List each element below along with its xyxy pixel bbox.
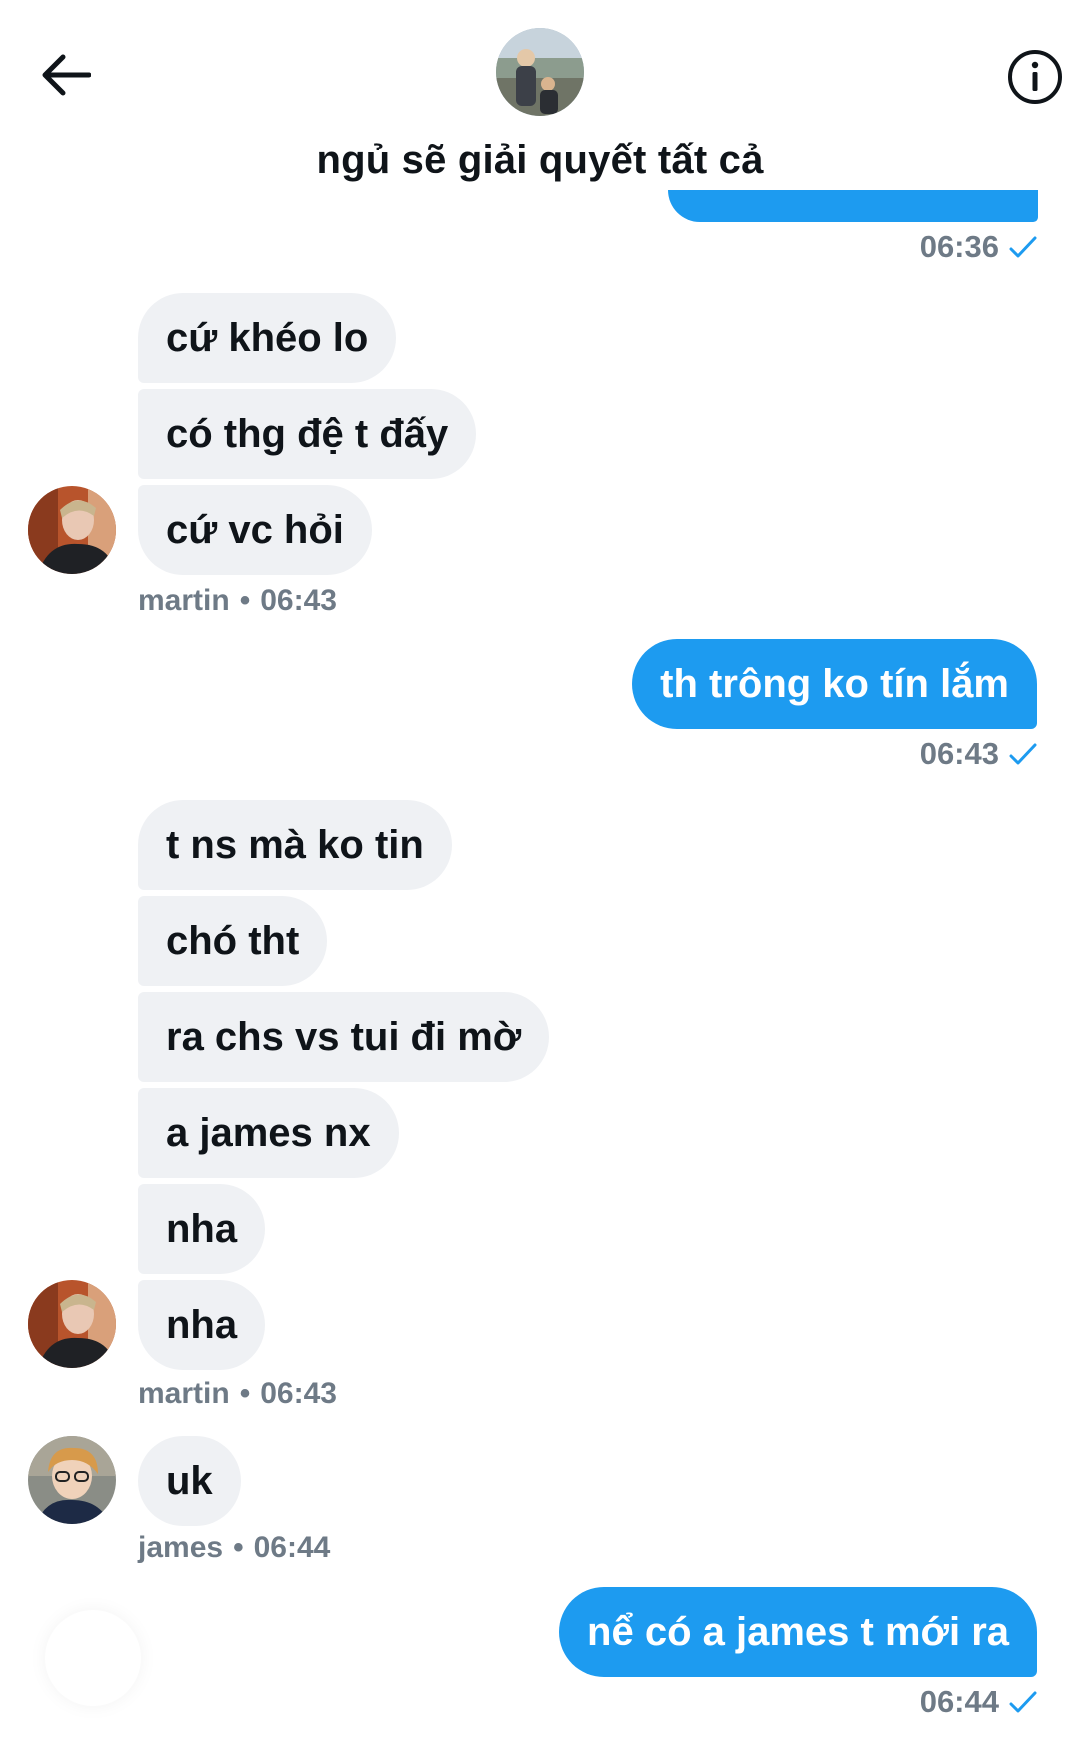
user-avatar-martin[interactable] <box>28 1280 116 1368</box>
received-message-bubble[interactable]: cứ khéo lo <box>138 293 397 383</box>
message-time: 06:43 <box>260 1377 337 1410</box>
sent-message-bubble-partial[interactable] <box>668 190 1038 222</box>
back-button[interactable] <box>30 40 100 110</box>
received-message-bubble[interactable]: nha <box>138 1280 266 1370</box>
sender-name: martin <box>138 584 230 617</box>
received-message-meta: martin • 06:43 <box>138 584 337 617</box>
received-message-bubble[interactable]: uk <box>138 1436 241 1526</box>
user-avatar-james[interactable] <box>28 1436 116 1524</box>
conversation-title: ngủ sẽ giải quyết tất cả <box>316 138 764 182</box>
message-time: 06:43 <box>919 736 999 771</box>
check-icon <box>1009 743 1037 765</box>
sent-message-meta: 06:43 <box>920 736 1037 772</box>
check-icon <box>1009 1691 1037 1713</box>
message-time: 06:36 <box>919 229 999 264</box>
info-button[interactable] <box>985 42 1080 112</box>
conversation-avatar[interactable] <box>496 28 584 116</box>
message-time: 06:43 <box>260 584 337 617</box>
received-message-bubble[interactable]: t ns mà ko tin <box>138 800 452 890</box>
message-time: 06:44 <box>253 1531 331 1564</box>
info-circle-icon <box>1008 50 1062 104</box>
sent-message-meta: 06:36 <box>920 229 1037 265</box>
sender-name: martin <box>138 1377 230 1410</box>
received-message-bubble[interactable]: nha <box>138 1184 266 1274</box>
arrow-left-icon <box>42 54 91 96</box>
received-message-bubble[interactable]: chó tht <box>138 896 328 986</box>
floating-scroll-button[interactable] <box>45 1610 141 1706</box>
sent-message-bubble[interactable]: th trông ko tín lắm <box>632 639 1037 729</box>
message-time: 06:44 <box>919 1684 999 1719</box>
received-message-meta: martin • 06:43 <box>138 1377 337 1410</box>
received-message-bubble[interactable]: cứ vc hỏi <box>138 485 372 575</box>
received-message-bubble[interactable]: có thg đệ t đấy <box>138 389 477 479</box>
received-message-bubble[interactable]: ra chs vs tui đi mờ <box>138 992 550 1082</box>
received-message-meta: james • 06:44 <box>138 1531 331 1564</box>
user-avatar-martin[interactable] <box>28 486 116 574</box>
check-icon <box>1009 236 1037 258</box>
received-message-bubble[interactable]: a james nx <box>138 1088 399 1178</box>
sent-message-meta: 06:44 <box>920 1684 1037 1720</box>
sent-message-bubble[interactable]: nể có a james t mới ra <box>559 1587 1037 1677</box>
sender-name: james <box>138 1531 224 1564</box>
